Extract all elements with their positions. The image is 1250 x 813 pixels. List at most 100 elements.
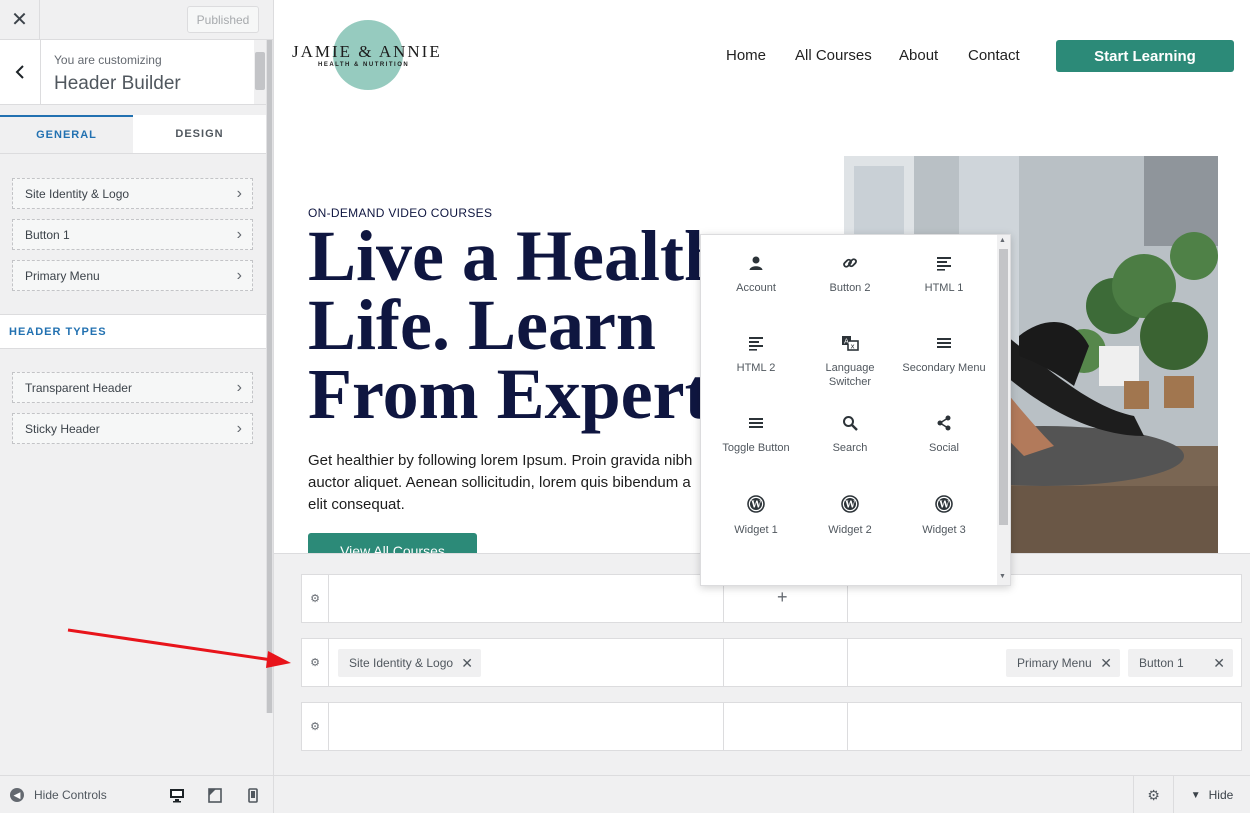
html-icon [749,337,763,351]
chevron-right-icon: › [236,266,242,284]
element-toggle-button[interactable]: Toggle Button [709,415,803,495]
nav-contact[interactable]: Contact [968,47,1020,64]
tab-design[interactable]: DESIGN [133,115,266,153]
element-widget-2[interactable]: W Widget 2 [803,495,897,575]
item-sticky-header[interactable]: Sticky Header › [12,413,253,444]
link-icon [843,258,857,268]
element-secondary-menu[interactable]: Secondary Menu [897,335,991,415]
item-primary-menu[interactable]: Primary Menu › [12,260,253,291]
element-label: Search [832,442,868,454]
element-html-2[interactable]: HTML 2 [709,335,803,415]
chevron-right-icon: › [236,184,242,202]
nav-home[interactable]: Home [726,47,766,64]
element-label: Toggle Button [722,442,790,454]
chevron-right-icon: › [236,225,242,243]
hide-controls-button[interactable]: ◀ Hide Controls [10,788,107,802]
chevron-down-icon: ▼ [1190,789,1201,801]
element-social[interactable]: Social [897,415,991,495]
row-settings-gear-icon[interactable]: ⚙ [302,575,329,622]
hero-title-line: From Expert [308,354,709,434]
builder-row-main: ⚙ Site Identity & Logo ✕ Primary Menu ✕ … [301,638,1242,687]
element-button-2[interactable]: Button 2 [803,255,897,335]
svg-text:W: W [750,501,762,511]
chip-site-identity-logo[interactable]: Site Identity & Logo ✕ [338,649,481,677]
element-label: Account [736,282,776,294]
remove-close-icon[interactable]: ✕ [1213,655,1225,672]
close-icon: ✕ [11,9,28,31]
hero-paragraph-line: Get healthier by following lorem Ipsum. … [308,452,693,469]
hero-title: Live a Health Life. Learn From Expert [308,216,728,434]
element-label: Button 2 [829,282,871,294]
svg-text:A: A [844,338,849,346]
wordpress-icon: W [841,495,859,513]
menu-icon [749,418,763,428]
element-language-switcher[interactable]: Ax Language Switcher [803,335,897,415]
element-account[interactable]: Account [709,255,803,335]
panel-tabs: GENERAL DESIGN [0,115,266,154]
close-customizer-button[interactable]: ✕ [0,0,40,39]
nav-about[interactable]: About [899,47,938,64]
start-learning-button[interactable]: Start Learning [1056,40,1234,72]
chip-label: Site Identity & Logo [349,656,454,670]
hide-builder-button[interactable]: ▼ Hide [1173,776,1250,813]
hide-label: Hide [1208,788,1234,802]
nav-all-courses[interactable]: All Courses [795,47,872,64]
hero-title-line: Live a Health [308,216,724,296]
item-transparent-header[interactable]: Transparent Header › [12,372,253,403]
collapse-icon: ◀ [10,788,24,802]
account-icon [749,256,763,270]
published-button[interactable]: Published [187,6,259,33]
header-types-list: Transparent Header › Sticky Header › [12,372,253,454]
scroll-down-arrow-icon[interactable]: ▼ [999,573,1006,580]
chip-button-1[interactable]: Button 1 ✕ [1128,649,1233,677]
item-site-identity-logo[interactable]: Site Identity & Logo › [12,178,253,209]
element-label: Widget 2 [828,524,872,536]
translate-icon: Ax [842,336,859,351]
scroll-up-arrow-icon[interactable]: ▲ [999,237,1006,244]
remove-close-icon[interactable]: ✕ [461,655,473,672]
html-icon [937,257,951,271]
chevron-right-icon: › [236,378,242,396]
element-label: Widget 3 [922,524,966,536]
panel-header-scrollbar[interactable] [254,40,266,104]
general-items-list: Site Identity & Logo › Button 1 › Primar… [12,178,253,301]
row-settings-gear-icon[interactable]: ⚙ [302,703,329,750]
tablet-preview-button[interactable] [206,786,224,804]
element-html-1[interactable]: HTML 1 [897,255,991,335]
builder-row-bottom: ⚙ [301,702,1242,751]
row-settings-gear-icon[interactable]: ⚙ [302,639,329,686]
element-label: Social [929,442,959,454]
back-button[interactable] [0,40,41,104]
tab-general[interactable]: GENERAL [0,115,133,153]
sidebar-top-bar: ✕ Published [0,0,273,40]
element-widget-3[interactable]: W Widget 3 [897,495,991,575]
site-logo-tagline: HEALTH & NUTRITION [318,62,410,68]
popup-scrollbar[interactable]: ▲ ▼ [997,235,1010,585]
header-types-heading: HEADER TYPES [0,314,266,349]
element-widget-1[interactable]: W Widget 1 [709,495,803,575]
item-label: Button 1 [25,227,70,242]
sidebar-footer: ◀ Hide Controls [0,775,273,813]
desktop-preview-button[interactable] [168,786,186,804]
remove-close-icon[interactable]: ✕ [1100,655,1112,672]
chip-label: Button 1 [1139,656,1184,670]
add-element-popup: Account Button 2 HTML 1 HTML 2 Ax Langua… [700,234,1011,586]
wordpress-icon: W [747,495,765,513]
element-search[interactable]: Search [803,415,897,495]
site-logo-name[interactable]: JAMIE & ANNIE [292,42,442,62]
menu-icon [937,338,951,348]
builder-settings-button[interactable]: ⚙ [1133,776,1173,813]
item-button-1[interactable]: Button 1 › [12,219,253,250]
item-label: Site Identity & Logo [25,186,130,201]
element-label: HTML 2 [736,362,776,374]
mobile-preview-button[interactable] [244,786,262,804]
search-icon [843,416,858,431]
gear-icon: ⚙ [1147,786,1160,803]
add-element-plus-icon[interactable]: + [777,587,788,608]
chip-primary-menu[interactable]: Primary Menu ✕ [1006,649,1120,677]
element-label: Secondary Menu [902,362,986,374]
mobile-icon [248,787,258,803]
view-all-courses-button[interactable]: View All Courses [308,533,477,553]
sidebar-scrollbar[interactable] [266,40,273,713]
chip-label: Primary Menu [1017,656,1092,670]
